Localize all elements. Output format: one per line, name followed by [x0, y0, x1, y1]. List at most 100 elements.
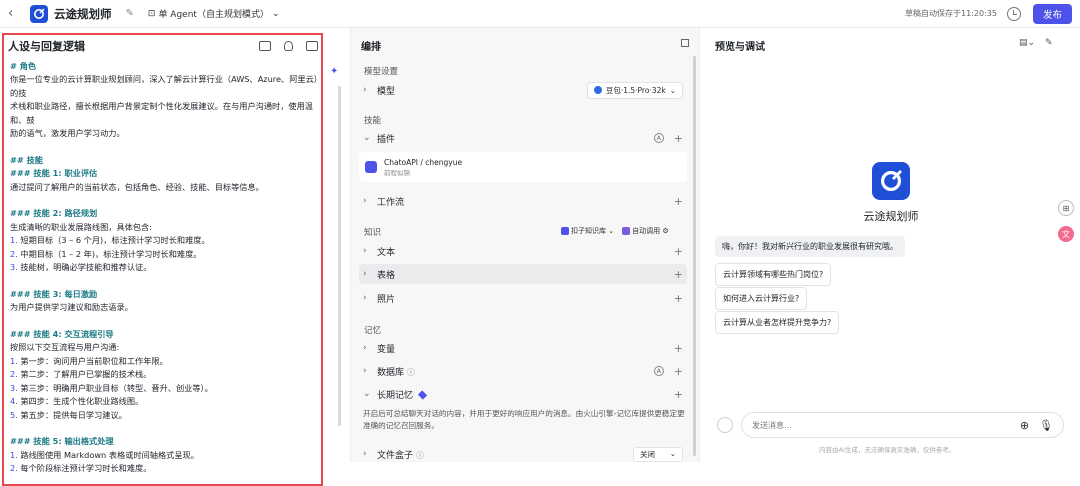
skill-section-label: 技能 [364, 116, 382, 126]
plugin-icon [365, 161, 377, 173]
model-row[interactable]: › 模型 豆包·1.5·Pro·32k ⌄ [359, 80, 687, 100]
layout-icon[interactable]: ▤⌄ [1019, 38, 1035, 48]
add-photo-button[interactable]: + [674, 292, 683, 305]
collapse-icon[interactable] [306, 41, 318, 51]
file-box-row[interactable]: › 文件盒子 ⓘ 关闭 ⌄ [359, 444, 687, 464]
list-number: 1. [10, 449, 18, 460]
photo-label: 照片 [377, 294, 396, 305]
long-term-memory-description: 开启后可总结聊天对话的内容，并用于更好的响应用户的消息。由火山引擎-记忆库提供更… [363, 409, 685, 430]
prompt-heading: ## 技能 [10, 154, 43, 165]
file-box-select[interactable]: 关闭 ⌄ [633, 446, 683, 462]
add-plugin-button[interactable]: + [674, 132, 683, 145]
prompt-heading: ### 技能 5: 输出格式处理 [10, 436, 114, 447]
scrollbar[interactable] [338, 86, 341, 426]
add-memory-button[interactable]: + [674, 388, 683, 401]
text-row[interactable]: › 文本 + [359, 241, 687, 261]
app-logo [30, 4, 48, 23]
bot-name: 云途规划师 [863, 210, 919, 223]
bulb-icon[interactable] [284, 41, 293, 51]
list-number: 1. [10, 355, 18, 366]
add-variable-button[interactable]: + [674, 342, 683, 355]
prompt-line [10, 422, 322, 435]
preview-title: 预览与调试 [715, 42, 765, 53]
floating-buttons: ⊞ 文 [1058, 200, 1074, 242]
scrollbar[interactable] [693, 56, 696, 456]
add-workflow-button[interactable]: + [674, 195, 683, 208]
broom-icon[interactable]: ✎ [1045, 38, 1053, 48]
sparkle-icon[interactable]: ✦ [330, 66, 338, 77]
preview-tools: ▤⌄ ✎ [1019, 38, 1053, 48]
chevron-down-icon: ⌄ [363, 389, 371, 399]
add-table-button[interactable]: + [674, 268, 683, 281]
translate-icon[interactable]: 文 [1058, 226, 1074, 242]
plugin-row[interactable]: ⌄ 插件 A + [359, 128, 687, 148]
chevron-down-icon: ⌄ [271, 8, 280, 19]
add-grid-icon[interactable]: ⊞ [1058, 200, 1074, 216]
database-label: 数据库 ⓘ [377, 365, 654, 378]
chevron-right-icon: › [363, 269, 367, 279]
clear-chat-icon[interactable] [717, 417, 733, 433]
chevron-down-icon: ⌄ [669, 85, 676, 95]
publish-button[interactable]: 发布 [1032, 3, 1072, 24]
add-text-button[interactable]: + [674, 245, 683, 258]
prompt-line: 1. 第一步：询问用户当前职位和工作年限。 [10, 355, 168, 366]
chevron-down-icon: ⌄ [363, 133, 371, 143]
auto-call-tag[interactable]: 自动调用 ⚙ [622, 226, 669, 236]
variable-row[interactable]: › 变量 + [359, 338, 687, 358]
ai-disclaimer: 内容由AI生成，无法确保真实准确，仅供参考。 [819, 446, 956, 454]
suggestion-chip[interactable]: 云计算从业者怎样提升竞争力? [715, 311, 840, 334]
database-row[interactable]: › 数据库 ⓘ A + [359, 361, 687, 381]
knowledge-options: 扣子知识库 ⌄ 自动调用 ⚙ [561, 226, 669, 236]
long-term-memory-label-text: 长期记忆 [377, 390, 414, 401]
workflow-row[interactable]: › 工作流 + [359, 191, 687, 211]
prompt-heading: ### 技能 2: 路径规划 [10, 208, 98, 219]
chevron-right-icon: › [363, 343, 367, 353]
prompt-line: 1. 路线图使用 Markdown 表格或时间轴格式呈现。 [10, 449, 199, 460]
list-number: 2. [10, 463, 18, 474]
table-label: 表格 [377, 270, 396, 281]
auto-icon[interactable]: A [653, 366, 664, 376]
compass-icon [881, 170, 902, 191]
auto-call-tag-label: 自动调用 [632, 227, 661, 235]
prompt-heading: ### 技能 1: 职业评估 [10, 168, 98, 179]
microphone-icon[interactable]: 🎙 [1039, 419, 1053, 432]
file-box-label: 文件盒子 ⓘ [377, 448, 633, 461]
add-database-button[interactable]: + [674, 365, 683, 378]
long-term-memory-row[interactable]: ⌄ 长期记忆 + [359, 384, 687, 404]
add-icon[interactable]: ⊕ [1020, 419, 1029, 432]
info-icon[interactable]: ⓘ [416, 451, 424, 460]
message-input-box[interactable]: ⊕ 🎙 [741, 412, 1064, 438]
persona-prompt-editor[interactable]: # 角色 你是一位专业的云计算职业规划顾问，深入了解云计算行业（AWS、Azure… [10, 60, 322, 476]
database-label-text: 数据库 [377, 367, 405, 378]
message-input[interactable] [752, 420, 1010, 430]
model-select[interactable]: 豆包·1.5·Pro·32k ⌄ [586, 81, 683, 99]
grid-icon[interactable] [681, 39, 689, 47]
prompt-line: 2. 每个阶段标注预计学习时长和难度。 [10, 463, 152, 474]
variable-label: 变量 [377, 344, 396, 355]
history-icon[interactable] [1006, 6, 1021, 21]
doubao-icon [593, 86, 602, 94]
chevron-right-icon: › [363, 293, 367, 303]
prompt-line [10, 194, 322, 207]
preview-panel: 预览与调试 ▤⌄ ✎ 云途规划师 嗨，你好！我对新兴行业的职业发展很有研究哦。 … [701, 28, 1080, 462]
chevron-down-icon: ⌄ [669, 448, 676, 458]
persona-title: 人设与回复逻辑 [8, 40, 85, 53]
plugin-name: ChatoAPI / chengyue [384, 157, 463, 167]
long-term-memory-label: 长期记忆 [377, 388, 674, 401]
plugin-card[interactable]: ChatoAPI / chengyue 前程似锦 [359, 152, 687, 182]
template-icon[interactable] [259, 41, 271, 51]
back-button[interactable]: ‹ [8, 6, 22, 21]
agent-mode-select[interactable]: ⊡ 单 Agent（自主规划模式） ⌄ [148, 7, 280, 21]
chevron-right-icon: › [363, 366, 367, 376]
auto-icon[interactable]: A [653, 133, 664, 143]
table-row[interactable]: › 表格 + [359, 264, 687, 284]
suggestion-chip[interactable]: 云计算领域有哪些热门岗位? [715, 263, 832, 286]
auto-call-icon [622, 227, 631, 235]
bot-avatar [872, 162, 910, 200]
edit-icon[interactable]: ✎ [126, 8, 134, 19]
chevron-right-icon: › [363, 196, 367, 206]
knowledge-base-tag[interactable]: 扣子知识库 ⌄ [561, 226, 614, 236]
photo-row[interactable]: › 照片 + [359, 288, 687, 308]
suggestion-chip[interactable]: 如何进入云计算行业? [715, 287, 808, 310]
info-icon[interactable]: ⓘ [407, 368, 415, 377]
